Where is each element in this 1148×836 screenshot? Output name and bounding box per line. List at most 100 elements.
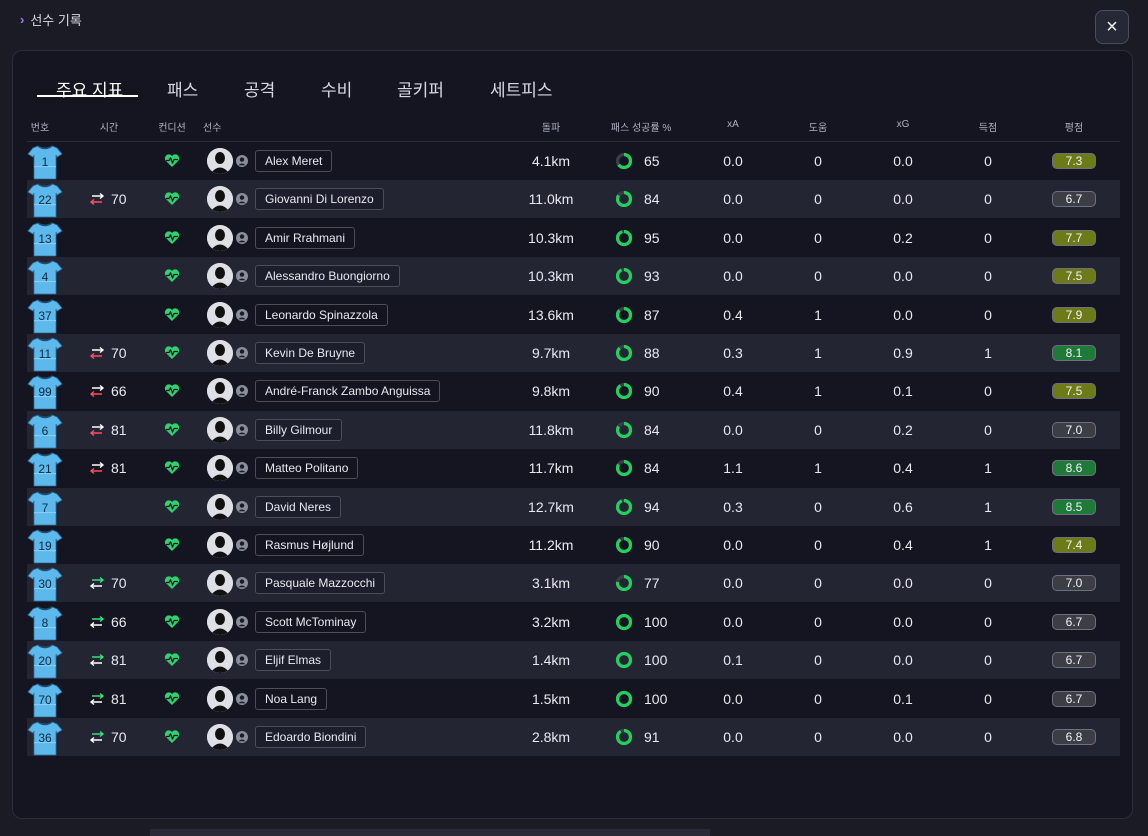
shirt-number: 36 [38,731,52,745]
assists-value: 0 [814,153,822,169]
condition-heart-icon [164,345,180,360]
col-xg[interactable]: xG [897,119,910,130]
table-row[interactable]: 99 66 André-Franck Zambo Anguissa 9.8km 90 0.… [27,372,1120,410]
tab-passing[interactable]: 패스 [167,76,198,101]
xg-value: 0.0 [893,652,913,669]
player-name[interactable]: Amir Rrahmani [255,226,356,249]
col-distance[interactable]: 돌파 [542,119,560,134]
goals-value: 0 [984,421,992,438]
player-name[interactable]: Noa Lang [255,687,328,710]
player-name[interactable]: Kevin De Bruyne [255,342,366,364]
tab-key-metrics[interactable]: 주요 지표 [56,76,123,101]
player-name[interactable]: André-Franck Zambo Anguissa [255,380,441,403]
distance-value: 3.1km [531,575,571,592]
condition-heart-icon [164,153,180,168]
col-player[interactable]: 선수 [203,119,221,134]
assists-value: 0 [814,498,822,515]
player-name[interactable]: Matteo Politano [255,457,359,480]
table-row[interactable]: 21 81 Matteo Politano 11.7km 84 1.1 1 0.4 1 8.6 [27,449,1120,487]
table-row[interactable]: 36 70 Edoardo Biondini 2.8km 91 0.0 0 0.0 0 6.8 [27,718,1120,756]
minutes-value: 70 [111,729,127,745]
jersey-icon: 1 [27,144,63,180]
player-name[interactable]: Alex Meret [255,150,333,172]
table-row[interactable]: 13 Amir Rrahmani 10.3km 95 0.0 0 0.2 0 7.7 [27,219,1120,257]
goals-value: 0 [984,690,992,707]
close-button[interactable]: × [1095,10,1129,44]
player-name[interactable]: David Neres [255,495,342,518]
pass-success-ring [615,651,633,669]
pass-pct-value: 91 [644,729,660,745]
table-row[interactable]: 30 70 Pasquale Mazzocchi 3.1km 77 0.0 0 0.0 0 7.0 [27,564,1120,603]
table-row[interactable]: 11 70 Kevin De Bruyne 9.7km 88 0.3 1 0.9 1 8.1 [27,334,1120,372]
tab-defense[interactable]: 수비 [321,76,352,101]
condition-heart-icon [164,230,180,245]
player-name[interactable]: Leonardo Spinazzola [255,303,388,326]
table-row[interactable]: 70 81 Noa Lang 1.5km 100 0.0 0 0.1 0 6.7 [27,680,1120,718]
player-name[interactable]: Giovanni Di Lorenzo [255,188,384,211]
condition-heart-icon [164,191,180,206]
pass-pct-value: 84 [644,191,660,208]
chevron-right-icon: › [20,12,25,27]
avatar [207,186,233,213]
rating-badge: 6.7 [1052,613,1096,630]
col-number[interactable]: 번호 [31,119,49,134]
col-rating[interactable]: 평점 [1065,119,1083,134]
distance-value: 13.6km [528,306,574,323]
xa-value: 0.0 [723,191,743,208]
pass-pct-value: 95 [644,229,660,246]
tab-set-pieces[interactable]: 세트피스 [490,76,553,101]
col-time[interactable]: 시간 [100,119,118,134]
goals-value: 1 [984,345,992,361]
substituted-in-icon [88,575,106,591]
assists-value: 0 [814,613,822,630]
player-name[interactable]: Edoardo Biondini [255,726,367,748]
player-name[interactable]: Rasmus Højlund [255,534,364,556]
shirt-number: 21 [38,462,52,477]
jersey-icon: 21 [27,451,63,487]
rating-badge: 7.0 [1052,421,1096,438]
assists-value: 1 [814,306,822,323]
table-row[interactable]: 7 David Neres 12.7km 94 0.3 0 0.6 1 8.5 [27,487,1120,526]
distance-value: 11.7km [528,460,574,477]
table-row[interactable]: 8 66 Scott McTominay 3.2km 100 0.0 0 0.0 0 6.7 [27,603,1120,641]
xg-value: 0.1 [893,690,913,707]
xg-value: 0.0 [893,191,913,208]
minutes-value: 70 [111,345,127,361]
distance-value: 2.8km [531,729,571,745]
player-name[interactable]: Scott McTominay [255,610,367,633]
rating-badge: 6.7 [1052,191,1096,208]
goals-value: 0 [984,268,992,285]
distance-value: 3.2km [531,613,571,630]
col-condition[interactable]: 컨디션 [158,119,186,134]
avatar [207,340,233,366]
table-row[interactable]: 22 70 Giovanni Di Lorenzo 11.0km 84 0.0 0 0.0 0 6… [27,180,1120,219]
xa-value: 0.3 [723,345,743,361]
tab-goalkeeper[interactable]: 골키퍼 [397,76,444,101]
pass-success-ring [615,306,633,324]
col-xa[interactable]: xA [727,119,739,130]
player-name[interactable]: Billy Gilmour [255,418,343,441]
col-assists[interactable]: 도움 [809,119,827,134]
goals-value: 0 [984,383,992,400]
substituted-in-icon [88,729,106,745]
table-row[interactable]: 19 Rasmus Højlund 11.2km 90 0.0 0 0.4 1 7.4 [27,526,1120,564]
avatar [207,608,233,635]
table-row[interactable]: 20 81 Eljif Elmas 1.4km 100 0.1 0 0.0 0 6.7 [27,641,1120,680]
player-name[interactable]: Alessandro Buongiorno [255,265,400,288]
col-goals[interactable]: 득점 [979,119,997,134]
rating-badge: 6.7 [1052,690,1096,707]
table-row[interactable]: 6 81 Billy Gilmour 11.8km 84 0.0 0 0.2 0 7.0 [27,410,1120,449]
xa-value: 1.1 [723,460,743,477]
table-row[interactable]: 37 Leonardo Spinazzola 13.6km 87 0.4 1 0.0 0 7.9 [27,296,1120,334]
pass-success-ring [615,498,633,516]
player-name[interactable]: Eljif Elmas [255,649,332,672]
tab-attack[interactable]: 공격 [244,76,275,101]
table-row[interactable]: 1 Alex Meret 4.1km 65 0.0 0 0.0 0 7.3 [27,142,1120,180]
assists-value: 0 [814,537,822,553]
person-icon [236,384,248,398]
table-row[interactable]: 4 Alessandro Buongiorno 10.3km 93 0.0 0 0.0 0 7.… [27,257,1120,296]
avatar [207,455,233,482]
player-name[interactable]: Pasquale Mazzocchi [255,572,386,595]
col-pass-pct[interactable]: 패스 성공률 % [611,119,671,134]
condition-heart-icon [164,652,180,667]
